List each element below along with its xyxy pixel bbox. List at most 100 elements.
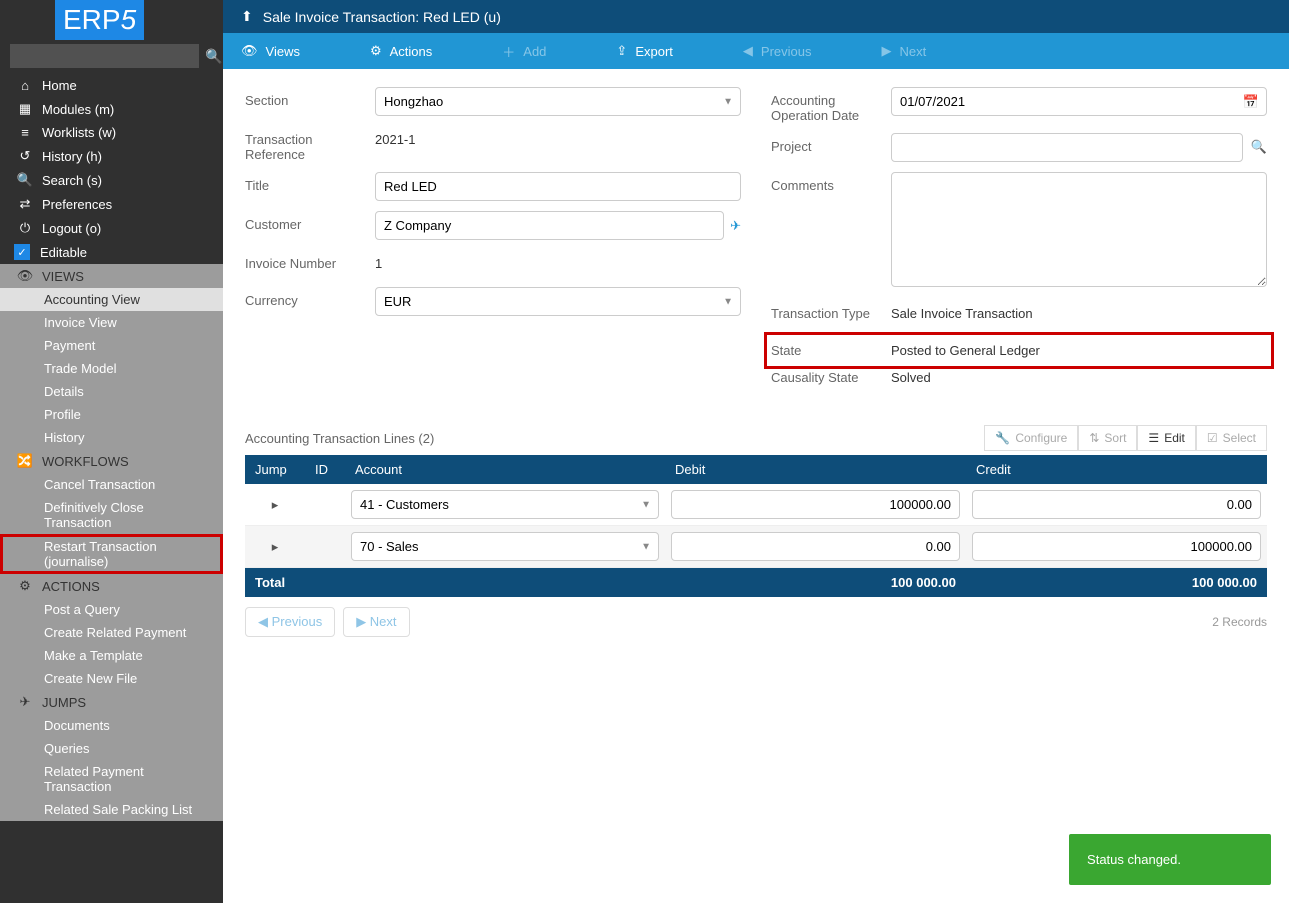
action-create-file[interactable]: Create New File — [0, 667, 223, 690]
toolbar-add[interactable]: ＋Add — [502, 42, 546, 61]
view-trade-model[interactable]: Trade Model — [0, 357, 223, 380]
plane-jump-icon[interactable]: ✈ — [730, 218, 741, 234]
view-history[interactable]: History — [0, 426, 223, 449]
search-nav-icon: 🔍 — [14, 172, 36, 188]
search-icon[interactable]: 🔍 — [199, 48, 223, 65]
workflows-section-header: 🔀WORKFLOWS — [0, 449, 223, 473]
action-create-payment[interactable]: Create Related Payment — [0, 621, 223, 644]
table-row: ▸ ▼ — [245, 526, 1267, 568]
edit-button[interactable]: ☰Edit — [1137, 425, 1195, 451]
workflow-close[interactable]: Definitively Close Transaction — [0, 496, 223, 534]
view-details[interactable]: Details — [0, 380, 223, 403]
workflow-restart[interactable]: Restart Transaction (journalise) — [0, 534, 223, 574]
table-row: ▸ ▼ — [245, 484, 1267, 526]
view-accounting[interactable]: Accounting View — [0, 288, 223, 311]
invoice-label: Invoice Number — [245, 250, 375, 271]
account-select[interactable] — [351, 532, 659, 561]
pager-next[interactable]: ▶ Next — [343, 607, 409, 637]
date-input[interactable] — [891, 87, 1267, 116]
nav-preferences[interactable]: ⇄Preferences — [0, 192, 223, 216]
causality-label: Causality State — [771, 364, 891, 385]
jump-documents[interactable]: Documents — [0, 714, 223, 737]
jump-related-packing[interactable]: Related Sale Packing List — [0, 798, 223, 821]
jumps-section-header: ✈JUMPS — [0, 690, 223, 714]
caret-down-icon: ▼ — [641, 499, 651, 510]
jump-queries[interactable]: Queries — [0, 737, 223, 760]
next-icon: ▶ — [356, 614, 370, 629]
shuffle-icon: 🔀 — [14, 453, 36, 469]
sidebar-search-input[interactable] — [10, 44, 199, 68]
prev-icon: ◀ — [258, 614, 272, 629]
nav-worklists[interactable]: ≡Worklists (w) — [0, 121, 223, 144]
nav-history[interactable]: ↺History (h) — [0, 144, 223, 168]
toolbar-views[interactable]: 👁Views — [241, 43, 300, 59]
nav-search[interactable]: 🔍Search (s) — [0, 168, 223, 192]
jump-row-icon[interactable]: ▸ — [272, 539, 279, 554]
toolbar-previous[interactable]: ◀Previous — [743, 43, 812, 59]
lines-title: Accounting Transaction Lines (2) — [245, 431, 984, 446]
section-label: Section — [245, 87, 375, 108]
wrench-icon: 🔧 — [995, 431, 1010, 445]
credit-input[interactable] — [972, 532, 1261, 561]
eye-icon: 👁 — [14, 268, 36, 284]
nav-modules[interactable]: ▦Modules (m) — [0, 97, 223, 121]
total-label: Total — [245, 568, 665, 598]
main: ⬆ Sale Invoice Transaction: Red LED (u) … — [223, 0, 1289, 903]
view-profile[interactable]: Profile — [0, 403, 223, 426]
nav-logout[interactable]: ⏻Logout (o) — [0, 216, 223, 240]
view-invoice[interactable]: Invoice View — [0, 311, 223, 334]
toolbar-next[interactable]: ▶Next — [881, 43, 926, 59]
debit-input[interactable] — [671, 490, 960, 519]
pager-prev[interactable]: ◀ Previous — [245, 607, 335, 637]
project-input[interactable] — [891, 133, 1243, 162]
jump-related-payment[interactable]: Related Payment Transaction — [0, 760, 223, 798]
worklists-icon: ≡ — [14, 125, 36, 140]
record-count: 2 Records — [1212, 615, 1267, 629]
check-icon: ☑ — [1207, 431, 1218, 445]
editable-checkbox[interactable]: ✓ — [14, 244, 30, 260]
configure-button[interactable]: 🔧Configure — [984, 425, 1078, 451]
status-toast: Status changed. — [1069, 834, 1271, 885]
credit-input[interactable] — [972, 490, 1261, 519]
next-icon: ▶ — [881, 43, 891, 59]
action-make-template[interactable]: Make a Template — [0, 644, 223, 667]
project-search-icon[interactable]: 🔍 — [1243, 133, 1267, 162]
customer-input[interactable] — [375, 211, 724, 240]
comments-textarea[interactable] — [891, 172, 1267, 287]
calendar-icon[interactable]: 📅 — [1243, 94, 1259, 110]
account-select[interactable] — [351, 490, 659, 519]
plane-icon: ✈ — [14, 694, 36, 710]
title-label: Title — [245, 172, 375, 193]
logout-icon: ⏻ — [14, 220, 36, 236]
lines-table: Jump ID Account Debit Credit ▸ ▼ ▸ — [245, 455, 1267, 597]
col-id: ID — [305, 455, 345, 484]
title-input[interactable] — [375, 172, 741, 201]
workflow-cancel[interactable]: Cancel Transaction — [0, 473, 223, 496]
currency-select[interactable] — [375, 287, 741, 316]
select-button[interactable]: ☑Select — [1196, 425, 1267, 451]
up-arrow-icon[interactable]: ⬆ — [241, 8, 253, 25]
sort-icon: ⇅ — [1089, 431, 1099, 445]
page-header: ⬆ Sale Invoice Transaction: Red LED (u) — [223, 0, 1289, 33]
date-label: Accounting Operation Date — [771, 87, 891, 123]
ref-value: 2021-1 — [375, 126, 741, 153]
section-select[interactable] — [375, 87, 741, 116]
toolbar-actions[interactable]: ⚙Actions — [370, 43, 432, 59]
nav-editable[interactable]: ✓Editable — [0, 240, 223, 264]
views-section-header: 👁VIEWS — [0, 264, 223, 288]
toolbar-export[interactable]: ⇪Export — [616, 43, 672, 59]
history-icon: ↺ — [14, 148, 36, 164]
logo: ERP5 — [55, 0, 144, 40]
nav-home[interactable]: ⌂Home — [0, 74, 223, 97]
total-debit: 100 000.00 — [665, 568, 966, 598]
state-value: Posted to General Ledger — [891, 337, 1267, 364]
prev-icon: ◀ — [743, 43, 753, 59]
sort-button[interactable]: ⇅Sort — [1078, 425, 1137, 451]
view-payment[interactable]: Payment — [0, 334, 223, 357]
export-icon: ⇪ — [616, 43, 627, 59]
jump-row-icon[interactable]: ▸ — [272, 497, 279, 512]
list-icon: ☰ — [1148, 431, 1159, 445]
debit-input[interactable] — [671, 532, 960, 561]
cogs-icon: ⚙ — [14, 578, 36, 594]
action-post-query[interactable]: Post a Query — [0, 598, 223, 621]
